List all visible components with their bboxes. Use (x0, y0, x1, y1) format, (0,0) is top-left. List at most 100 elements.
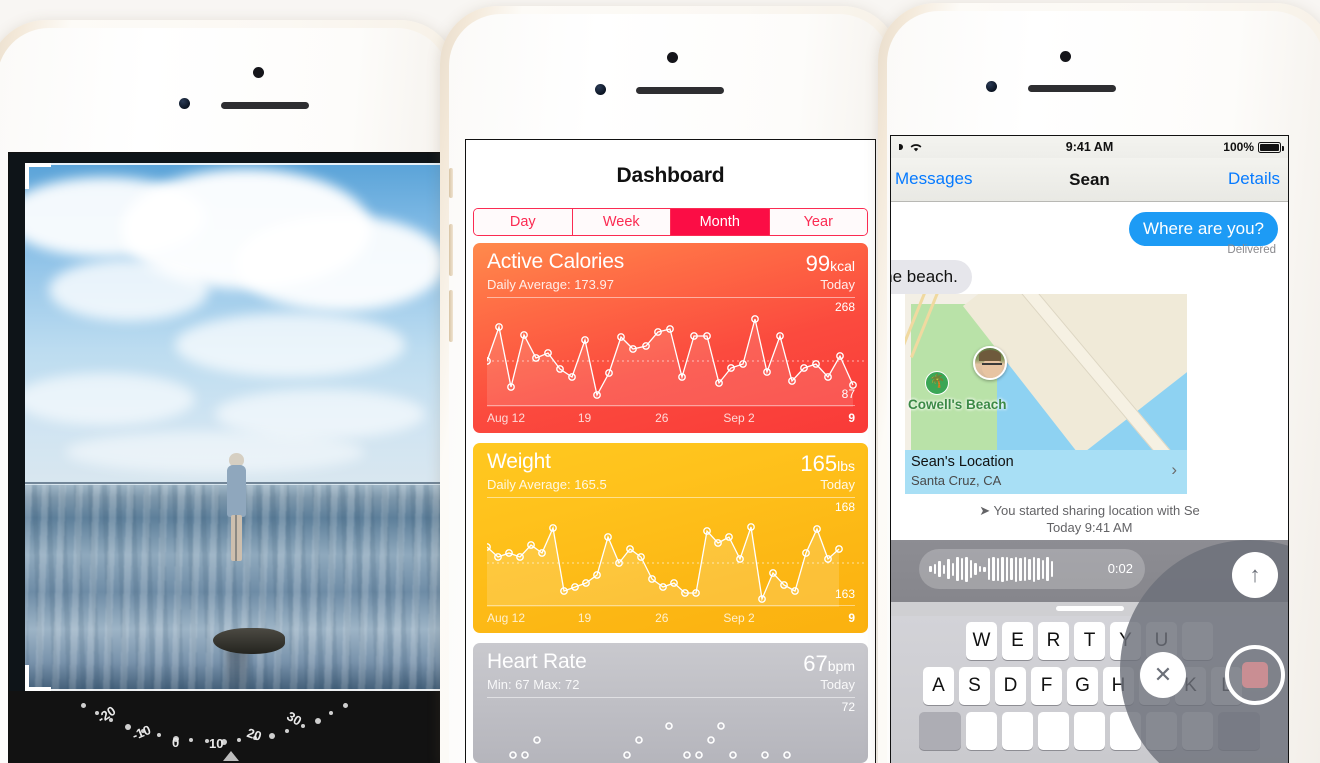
segment-year[interactable]: Year (769, 209, 867, 235)
status-bar: 9:41 AM 100% (891, 136, 1288, 158)
crop-handle-bottom-left[interactable] (25, 665, 51, 691)
key-c[interactable] (1038, 712, 1069, 750)
avatar[interactable] (973, 346, 1007, 380)
phone-center-health: 9:41 AM 100% Dashboard Day Week Month Ye… (440, 6, 900, 763)
card-active-calories[interactable]: Active Calories Daily Average: 173.97 99… (473, 243, 868, 433)
dial-indicator-icon (223, 751, 239, 761)
card-period: Today (820, 277, 855, 292)
x-label-0: Aug 12 (487, 611, 526, 625)
key-g[interactable]: G (1067, 667, 1098, 705)
location-share-line-1: ➤ You started sharing location with Se (979, 503, 1200, 518)
key-r[interactable]: R (1038, 622, 1069, 660)
chart-weight (487, 523, 867, 607)
volume-up-button[interactable] (449, 224, 453, 276)
card-subtitle: Daily Average: 173.97 (487, 277, 614, 292)
chart-x-axis-labels: Aug 12 19 26 Sep 2 9 (487, 411, 855, 425)
x-label-3: Sep 2 (723, 611, 755, 625)
audio-message-pill[interactable]: 0:02 (919, 549, 1145, 589)
proximity-sensor-icon (253, 67, 264, 78)
map-place-label: Cowell's Beach (908, 397, 1007, 412)
message-bubble-incoming[interactable]: t the beach. (891, 260, 972, 294)
key-w[interactable]: W (966, 622, 997, 660)
segment-week[interactable]: Week (572, 209, 671, 235)
map-footer[interactable]: Sean's Location Santa Cruz, CA › (905, 450, 1187, 494)
card-axis-max: 268 (834, 300, 855, 314)
card-value: 99kcal (805, 251, 855, 276)
card-axis-max: 168 (834, 500, 855, 514)
phone-screen: 9:41 AM 100% Dashboard Day Week Month Ye… (465, 139, 876, 763)
photo-person (226, 453, 248, 571)
chart-heart-rate (509, 722, 791, 759)
shared-location-map[interactable]: Cowell's Beach Sean's Location Santa Cru… (905, 294, 1187, 494)
screenshot-stage: -20 -10 0 10 20 30 Dashboard Day Week Mo… (0, 0, 1320, 763)
card-axis-max: 72 (841, 700, 855, 714)
period-segmented-control[interactable]: Day Week Month Year (473, 208, 868, 236)
front-camera-icon (595, 84, 606, 95)
map-footer-subtitle: Santa Cruz, CA (911, 473, 1002, 488)
key-v[interactable] (1074, 712, 1105, 750)
segment-day[interactable]: Day (474, 209, 573, 235)
card-title: Weight (487, 450, 551, 473)
phone-screen: 9:41 AM 100% Messages Sean Details Where… (890, 135, 1289, 763)
key-z[interactable] (966, 712, 997, 750)
key-e[interactable]: E (1002, 622, 1033, 660)
earpiece-speaker-icon (636, 87, 724, 94)
dial-tick-0: 0 (172, 735, 180, 750)
dashboard-card-list: Active Calories Daily Average: 173.97 99… (473, 243, 868, 763)
phone-left-photos: -20 -10 0 10 20 30 (0, 20, 458, 763)
segment-month[interactable]: Month (671, 209, 770, 235)
chevron-right-icon: › (1171, 460, 1177, 479)
battery-icon (1258, 141, 1284, 153)
shift-key[interactable] (919, 712, 961, 750)
front-camera-icon (179, 98, 190, 109)
phone-screen: -20 -10 0 10 20 30 (8, 152, 454, 763)
phone-right-messages: 9:41 AM 100% Messages Sean Details Where… (878, 3, 1320, 763)
x-label-3: Sep 2 (723, 411, 755, 425)
volume-down-button[interactable] (449, 290, 453, 342)
message-bubble-outgoing[interactable]: Where are you? (1129, 212, 1282, 246)
photo-reflection (226, 648, 249, 691)
mute-switch[interactable] (449, 168, 453, 198)
x-label-1: 19 (577, 611, 592, 625)
details-button[interactable]: Details (1228, 169, 1280, 189)
audio-duration: 0:02 (1107, 561, 1133, 576)
earpiece-speaker-icon (221, 102, 309, 109)
card-period: Today (820, 477, 855, 492)
stop-record-button[interactable] (1225, 645, 1285, 705)
key-d[interactable]: D (995, 667, 1026, 705)
photo-crop-area[interactable] (25, 163, 453, 691)
dial-tick--10: -10 (129, 722, 153, 743)
dial-tick--20: -20 (94, 703, 119, 726)
messages-nav-bar: Messages Sean Details (891, 158, 1288, 202)
proximity-sensor-icon (1060, 51, 1071, 62)
map-footer-title: Sean's Location (911, 454, 1014, 470)
waveform-icon (929, 556, 1053, 582)
key-s[interactable]: S (959, 667, 990, 705)
dial-tick-20: 20 (245, 725, 264, 744)
x-label-2: 26 (655, 411, 669, 425)
park-marker-icon (925, 371, 949, 395)
crop-handle-top-left[interactable] (25, 163, 51, 189)
photo-rock (213, 627, 286, 654)
chart-x-axis-labels: Aug 12 19 26 Sep 2 9 (487, 611, 855, 625)
x-label-4: 9 (848, 411, 855, 425)
photo-image (25, 163, 453, 691)
card-subtitle: Daily Average: 165.5 (487, 477, 607, 492)
straighten-dial[interactable]: -20 -10 0 10 20 30 (9, 691, 453, 763)
key-a[interactable]: A (923, 667, 954, 705)
card-value: 165lbs (800, 451, 855, 476)
card-heart-rate[interactable]: Heart Rate Min: 67 Max: 72 67bpm Today 7… (473, 643, 868, 763)
key-t[interactable]: T (1074, 622, 1105, 660)
key-f[interactable]: F (1031, 667, 1062, 705)
send-audio-button[interactable]: ↑ (1232, 552, 1278, 598)
key-x[interactable] (1002, 712, 1033, 750)
card-weight[interactable]: Weight Daily Average: 165.5 165lbs Today… (473, 443, 868, 633)
battery-percent: 100% (1223, 140, 1254, 154)
earpiece-speaker-icon (1028, 85, 1116, 92)
cancel-audio-button[interactable]: ✕ (1140, 652, 1186, 698)
x-label-2: 26 (655, 611, 669, 625)
card-value: 67bpm (803, 651, 855, 676)
proximity-sensor-icon (667, 52, 678, 63)
chart-active-calories (487, 315, 867, 407)
status-bar-right: 100% (1223, 140, 1284, 154)
